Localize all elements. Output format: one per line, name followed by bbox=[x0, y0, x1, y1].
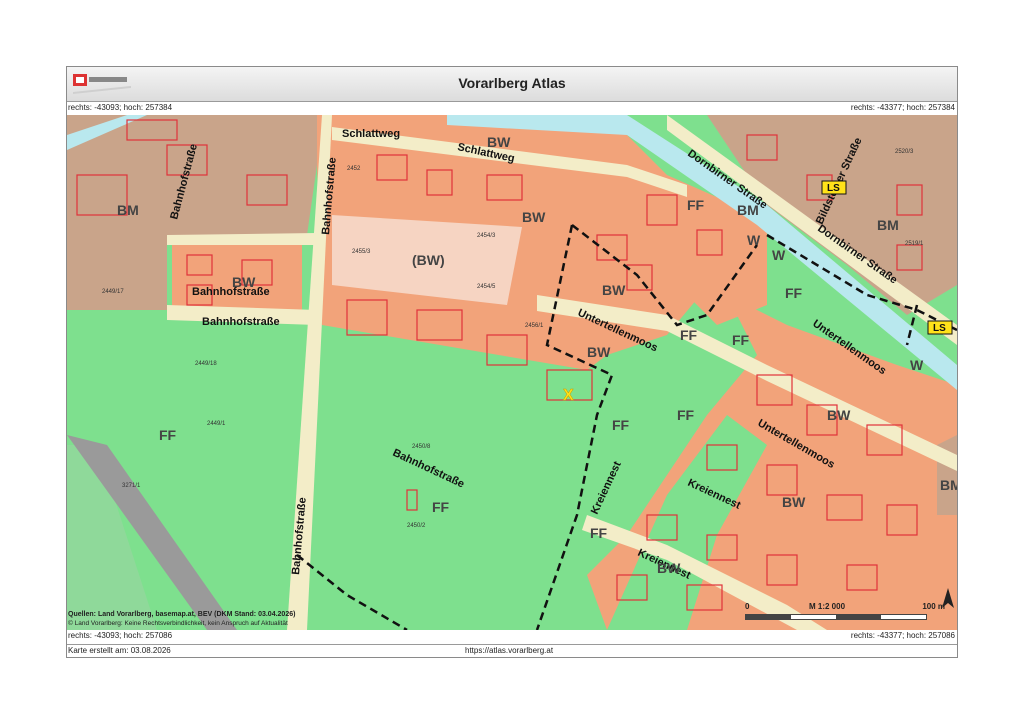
parcel-2452: 2452 bbox=[347, 166, 361, 172]
zone-label-bw-5: BW bbox=[587, 344, 611, 360]
ls-label-2: LS bbox=[933, 323, 946, 334]
scale-ratio-label: M 1:2 000 bbox=[809, 602, 846, 611]
zone-label-ff-4: FF bbox=[785, 285, 803, 301]
coord-bottom-left: rechts: -43093; hoch: 257086 bbox=[68, 631, 173, 640]
zone-label-bw-2: BW bbox=[522, 209, 546, 225]
coord-bottom-right: rechts: -43377; hoch: 257086 bbox=[850, 631, 955, 640]
zone-label-bm-3: BM bbox=[877, 217, 899, 233]
zone-label-ff-9: FF bbox=[590, 525, 608, 541]
zone-label-w-1: W bbox=[747, 232, 761, 248]
zone-label-ff-5: FF bbox=[732, 332, 750, 348]
top-coordinate-row: rechts: -43093; hoch: 257384 rechts: -43… bbox=[67, 102, 957, 115]
zone-label-w-3: W bbox=[910, 357, 924, 373]
map-view[interactable]: Bahnhofstraße Bahnhofstraße Bahnhofstraß… bbox=[67, 115, 957, 630]
atlas-url[interactable]: https://atlas.vorarlberg.at bbox=[465, 646, 553, 655]
copyright-notice: © Land Vorarlberg: Keine Rechtsverbindli… bbox=[68, 620, 288, 627]
parcel-2519-1: 2519/1 bbox=[905, 241, 924, 247]
scale-bar-graphic bbox=[745, 614, 927, 620]
parcel-2449-1: 2449/1 bbox=[207, 421, 226, 427]
map-print-frame: Vorarlberg Atlas rechts: -43093; hoch: 2… bbox=[66, 66, 958, 658]
zone-label-ff-3: FF bbox=[687, 197, 705, 213]
footer-bar: Karte erstellt am: 03.08.2026 https://at… bbox=[67, 644, 957, 657]
zone-label-bm-4: BM bbox=[940, 477, 957, 493]
parcel-2520-3: 2520/3 bbox=[895, 149, 914, 155]
parcel-2449-18: 2449/18 bbox=[195, 361, 217, 367]
zone-label-bw-8: BW bbox=[657, 560, 681, 576]
ls-label-1: LS bbox=[827, 183, 840, 194]
parcel-2454-5: 2454/5 bbox=[477, 284, 496, 290]
zone-label-ff-7: FF bbox=[677, 407, 695, 423]
parcel-2450-8: 2450/8 bbox=[412, 444, 431, 450]
location-marker: X bbox=[563, 387, 574, 404]
street-label-schlattweg-1: Schlattweg bbox=[342, 128, 400, 140]
zone-label-bw-7: BW bbox=[782, 494, 806, 510]
parcel-2449-17: 2449/17 bbox=[102, 289, 124, 295]
map-canvas: Bahnhofstraße Bahnhofstraße Bahnhofstraß… bbox=[67, 115, 957, 630]
parcel-3271-1: 3271/1 bbox=[122, 483, 141, 489]
street-label-bahnhofstrasse-1: Bahnhofstraße bbox=[192, 286, 270, 298]
zone-label-ff-1: FF bbox=[159, 427, 177, 443]
source-attribution: Quellen: Land Vorarlberg, basemap.at, BE… bbox=[68, 611, 296, 618]
parcel-2450-2: 2450/2 bbox=[407, 523, 426, 529]
coord-top-right: rechts: -43377; hoch: 257384 bbox=[850, 103, 955, 112]
road-bahnhofstrasse-upper bbox=[167, 233, 317, 245]
title-bar: Vorarlberg Atlas bbox=[67, 67, 957, 102]
zone-label-bw-4: BW bbox=[602, 282, 626, 298]
zone-label-ff-6: FF bbox=[680, 327, 698, 343]
zone-label-bw-paren: (BW) bbox=[412, 252, 445, 268]
zone-label-bm-2: BM bbox=[737, 202, 759, 218]
bottom-coordinate-row: rechts: -43093; hoch: 257086 rechts: -43… bbox=[67, 630, 957, 643]
zone-label-w-2: W bbox=[772, 247, 786, 263]
created-date: Karte erstellt am: 03.08.2026 bbox=[68, 646, 171, 655]
zone-label-bw-6: BW bbox=[827, 407, 851, 423]
scale-bar: 0 M 1:2 000 100 m bbox=[745, 602, 945, 626]
zone-label-bw-3: BW bbox=[232, 274, 256, 290]
zone-label-ff-2: FF bbox=[432, 499, 450, 515]
north-arrow bbox=[941, 588, 955, 610]
north-arrow-icon bbox=[942, 588, 954, 608]
scale-start-label: 0 bbox=[745, 602, 750, 611]
parcel-2455-3: 2455/3 bbox=[352, 249, 371, 255]
parcel-2454-3: 2454/3 bbox=[477, 233, 496, 239]
coord-top-left: rechts: -43093; hoch: 257384 bbox=[68, 103, 173, 112]
zone-label-bm-1: BM bbox=[117, 202, 139, 218]
street-label-bahnhofstrasse-2: Bahnhofstraße bbox=[202, 316, 280, 328]
zone-label-bw-1: BW bbox=[487, 134, 511, 150]
zone-label-ff-8: FF bbox=[612, 417, 630, 433]
page-title: Vorarlberg Atlas bbox=[458, 75, 566, 91]
parcel-2456-1: 2456/1 bbox=[525, 323, 544, 329]
